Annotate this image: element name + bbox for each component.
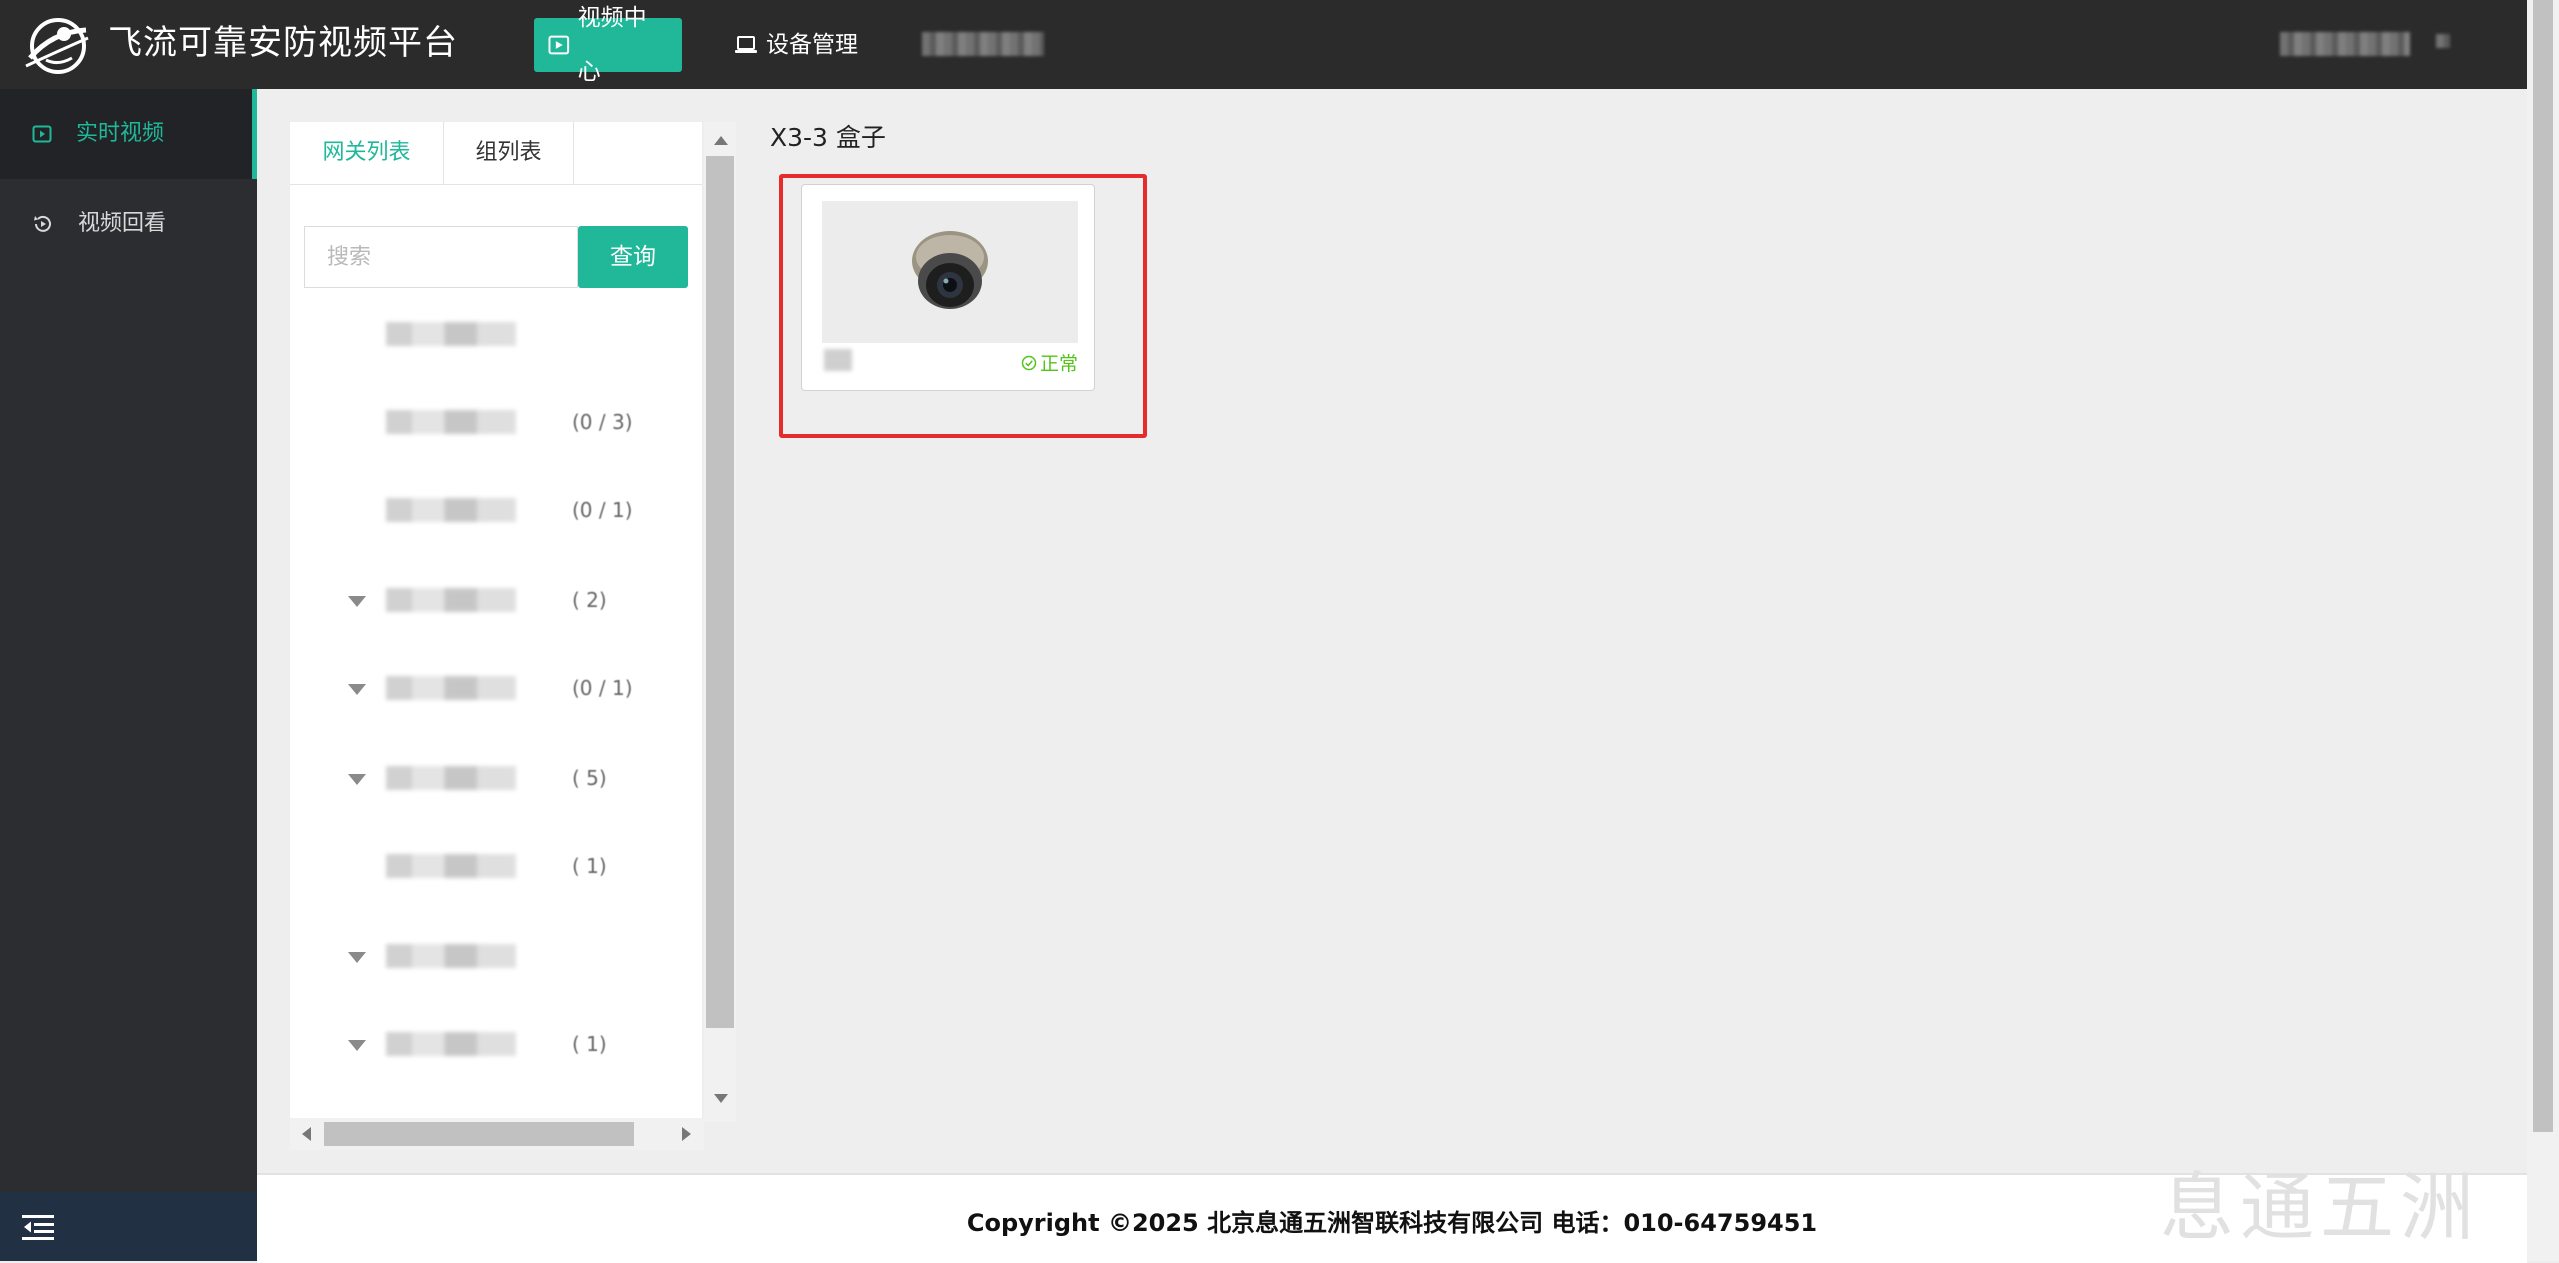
expand-caret-icon[interactable] bbox=[348, 774, 366, 785]
sidebar-item-label: 视频回看 bbox=[78, 211, 167, 236]
tree-node-count: ( 1) bbox=[572, 1032, 607, 1056]
sidebar: 实时视频 视频回看 bbox=[0, 89, 257, 1261]
tree-tabs: 网关列表 组列表 bbox=[290, 122, 702, 185]
tab-gateway-list[interactable]: 网关列表 bbox=[290, 122, 444, 184]
tree-node-name-redacted bbox=[386, 676, 516, 700]
logo-icon bbox=[25, 18, 89, 74]
expand-caret-icon[interactable] bbox=[348, 684, 366, 695]
dome-camera-icon bbox=[912, 231, 988, 309]
tree-horizontal-scrollbar-thumb[interactable] bbox=[324, 1122, 634, 1146]
history-icon bbox=[34, 215, 51, 232]
tree-node-name-redacted bbox=[386, 766, 516, 790]
tree-node-count: (0 / 3) bbox=[572, 410, 633, 434]
camera-status: 正常 bbox=[1021, 349, 1078, 376]
scroll-left-arrow-icon[interactable] bbox=[302, 1127, 311, 1141]
tree-node-name-redacted bbox=[386, 498, 516, 522]
tree-node-count: ( 1) bbox=[572, 854, 607, 878]
camera-thumbnail[interactable] bbox=[822, 201, 1078, 343]
search-button[interactable]: 查询 bbox=[578, 226, 688, 288]
camera-card[interactable]: 正常 bbox=[801, 184, 1095, 391]
camera-name-redacted bbox=[824, 349, 852, 371]
user-menu-redacted[interactable] bbox=[2436, 34, 2450, 48]
top-bar: 飞流可靠安防视频平台 视频中心 设备管理 bbox=[0, 0, 2527, 89]
watermark: 息通五洲 bbox=[2160, 1165, 2480, 1251]
sidebar-item-video-playback[interactable]: 视频回看 bbox=[0, 179, 257, 269]
tree-vertical-scrollbar-thumb[interactable] bbox=[706, 156, 734, 1028]
tree-node-name-redacted bbox=[386, 854, 516, 878]
tree-node[interactable]: ( 1) bbox=[290, 1002, 702, 1090]
video-play-icon bbox=[32, 125, 52, 143]
tree-node[interactable]: (0 / 1) bbox=[290, 646, 702, 734]
nav-device-management[interactable]: 设备管理 bbox=[720, 18, 872, 72]
app-title: 飞流可靠安防视频平台 bbox=[108, 23, 458, 63]
tree-node[interactable]: (0 / 3) bbox=[290, 380, 702, 468]
tab-group-list[interactable]: 组列表 bbox=[444, 122, 574, 184]
tree-node-name-redacted bbox=[386, 588, 516, 612]
sidebar-item-label: 实时视频 bbox=[76, 121, 165, 146]
nav-video-center-label: 视频中心 bbox=[577, 5, 647, 85]
tree-node-name-redacted bbox=[386, 322, 516, 346]
scroll-down-arrow-icon[interactable] bbox=[714, 1094, 728, 1103]
tree-node-count: (0 / 1) bbox=[572, 676, 633, 700]
device-tree-panel: 网关列表 组列表 查询 (0 / 3) (0 / 1) ( 2) (0 / 1)… bbox=[290, 122, 702, 1122]
tree-node[interactable] bbox=[290, 914, 702, 1002]
page-scrollbar-thumb[interactable] bbox=[2533, 0, 2553, 1132]
nav-video-center[interactable]: 视频中心 bbox=[534, 5, 682, 85]
tree-node[interactable]: ( 5) bbox=[290, 736, 702, 824]
tree-vertical-scrollbar[interactable] bbox=[704, 122, 736, 1122]
search-input[interactable] bbox=[304, 226, 578, 288]
tree-node[interactable]: ( 2) bbox=[290, 558, 702, 646]
nav-item-redacted[interactable] bbox=[922, 32, 1044, 56]
expand-caret-icon[interactable] bbox=[348, 952, 366, 963]
page-scrollbar[interactable] bbox=[2527, 0, 2559, 1261]
tree-node-name-redacted bbox=[386, 1032, 516, 1056]
tree-node[interactable]: (0 / 1) bbox=[290, 468, 702, 556]
check-circle-icon bbox=[1021, 355, 1037, 370]
tree-node-name-redacted bbox=[386, 944, 516, 968]
sidebar-item-live-video[interactable]: 实时视频 bbox=[0, 89, 257, 179]
section-title: X3-3 盒子 bbox=[770, 123, 886, 152]
nav-device-management-label: 设备管理 bbox=[766, 32, 858, 58]
tree-node-count: ( 2) bbox=[572, 588, 607, 612]
tree-node-count: ( 5) bbox=[572, 766, 607, 790]
tree-horizontal-scrollbar[interactable] bbox=[290, 1118, 704, 1150]
scroll-up-arrow-icon[interactable] bbox=[714, 136, 728, 145]
tree-node[interactable]: ( 1) bbox=[290, 824, 702, 912]
expand-caret-icon[interactable] bbox=[348, 596, 366, 607]
tree-node-name-redacted bbox=[386, 410, 516, 434]
sidebar-collapse-button[interactable] bbox=[0, 1192, 257, 1261]
scroll-right-arrow-icon[interactable] bbox=[682, 1127, 691, 1141]
expand-caret-icon[interactable] bbox=[348, 1040, 366, 1051]
user-info-redacted[interactable] bbox=[2280, 32, 2410, 56]
video-play-icon bbox=[548, 35, 570, 55]
tree-node[interactable] bbox=[290, 292, 702, 380]
menu-collapse-icon bbox=[22, 1215, 54, 1240]
camera-status-label: 正常 bbox=[1039, 353, 1078, 375]
laptop-icon bbox=[735, 36, 757, 53]
tree-node-count: (0 / 1) bbox=[572, 498, 633, 522]
